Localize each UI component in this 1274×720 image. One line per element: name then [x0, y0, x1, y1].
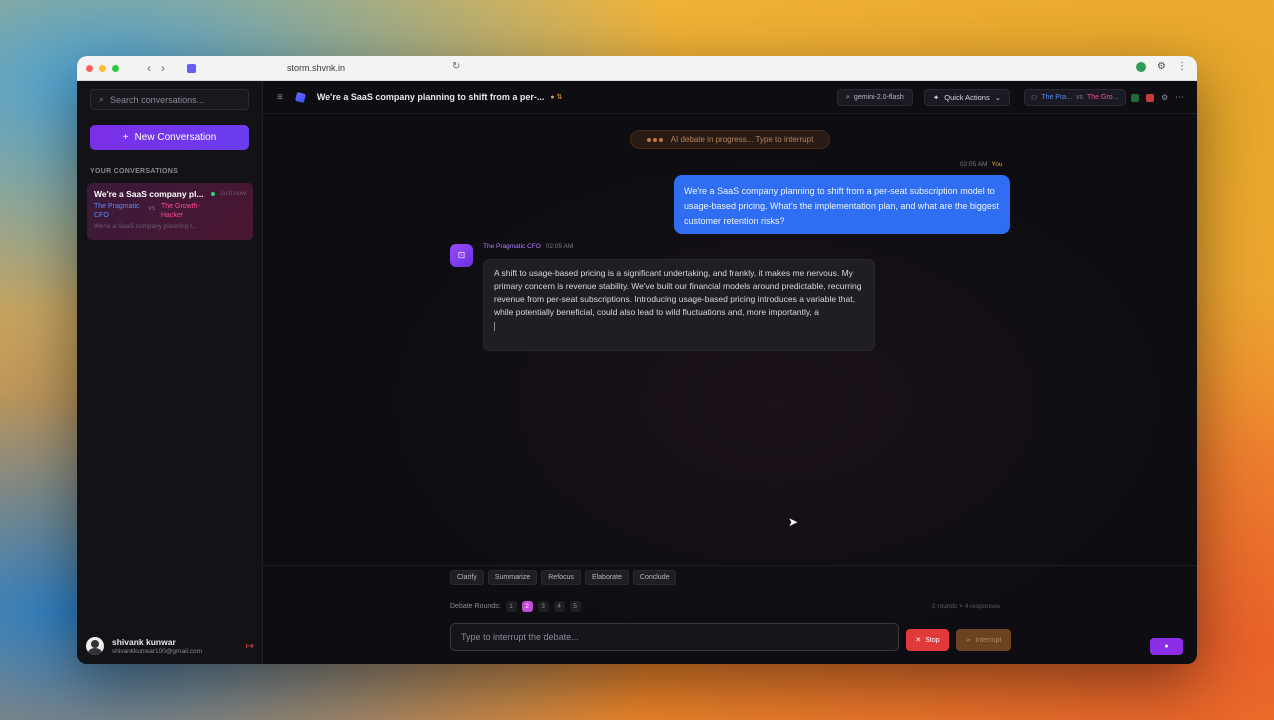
new-conversation-label: New Conversation	[134, 132, 217, 143]
app-logo-icon	[294, 91, 306, 103]
debate-status-text: AI debate in progress... Type to interru…	[670, 135, 814, 144]
composer	[450, 623, 899, 651]
model-name: gemini-2.0-flash	[853, 94, 904, 101]
page-title: We're a SaaS company planning to shift f…	[316, 92, 545, 102]
search-conversations[interactable]: ⌕ Search conversations...	[90, 89, 249, 110]
send-icon: ➢	[965, 637, 972, 644]
address-bar[interactable]: storm.shvnk.in	[287, 63, 345, 73]
agents-vs: vs	[148, 205, 155, 212]
agents-selector[interactable]: ⚇ The Pra... vs The Gro...	[1024, 89, 1126, 106]
back-arrow-icon[interactable]: ‹	[147, 61, 151, 75]
search-icon: ⌕	[99, 94, 105, 104]
status-badge: ● ⇅	[550, 94, 563, 101]
bot-message-meta: The Pragmatic CFO 02:05 AM	[483, 243, 574, 250]
streaming-cursor	[494, 322, 495, 331]
export-icon[interactable]	[1131, 93, 1139, 102]
agent-b-name: The Growth-Hacker	[161, 203, 200, 219]
conversation-item[interactable]: We're a SaaS company pl... Just now The …	[87, 183, 253, 240]
plus-icon: +	[122, 132, 129, 143]
maximize-window-button[interactable]	[112, 64, 119, 72]
stop-button[interactable]: ✕ Stop	[906, 629, 949, 651]
stop-square-icon[interactable]	[1146, 93, 1154, 102]
user-message-meta: 02:05 AM You	[960, 161, 1003, 168]
round-option-4[interactable]: 4	[553, 601, 565, 612]
agent-b-short: The Gro...	[1087, 94, 1119, 101]
agents-vs-short: vs	[1076, 94, 1084, 101]
rounds-info: 2 rounds × 4 responses	[932, 603, 1001, 610]
chevron-down-icon: ⌄	[994, 93, 1002, 102]
extension-icon[interactable]	[1136, 61, 1147, 72]
mouse-pointer-icon: ➤	[788, 515, 799, 529]
debate-rounds: Debate Rounds: 1 2 3 4 5	[450, 601, 581, 612]
logout-icon[interactable]: ↦	[246, 641, 254, 652]
gear-icon[interactable]: ⚙	[1161, 93, 1168, 102]
lightning-icon: ✦	[933, 93, 940, 102]
browser-nav: ‹ ›	[147, 61, 165, 75]
browser-chrome: ‹ › storm.shvnk.in ↻ ⚙ ⋮	[77, 56, 1197, 81]
sidebar: ⌕ Search conversations... + New Conversa…	[77, 81, 263, 664]
forward-arrow-icon[interactable]: ›	[161, 61, 165, 75]
search-input[interactable]: Search conversations...	[110, 95, 204, 105]
quick-reply-row: Clarify Summarize Refocus Elaborate Conc…	[450, 570, 677, 585]
quick-reply-conclude[interactable]: Conclude	[632, 570, 677, 585]
header-actions: ⚙ ⋯	[1131, 92, 1184, 103]
model-selector[interactable]: ⌕ gemini-2.0-flash	[837, 89, 913, 106]
search-icon: ⌕	[846, 93, 850, 101]
puzzle-extensions-icon[interactable]: ⚙	[1157, 61, 1166, 72]
round-option-5[interactable]: 5	[569, 601, 581, 612]
round-option-3[interactable]: 3	[537, 601, 549, 612]
new-conversation-button[interactable]: + New Conversation	[90, 125, 249, 150]
chat-main: ≡ We're a SaaS company planning to shift…	[263, 81, 1197, 664]
typing-dots-icon	[646, 135, 665, 144]
reload-icon[interactable]: ↻	[452, 61, 460, 72]
conversation-time: Just now	[220, 190, 246, 197]
chat-bubble-icon: ●	[1164, 643, 1169, 650]
user-profile: shivank kunwar shivankkunwar100@gmail.co…	[86, 637, 254, 655]
quick-reply-summarize[interactable]: Summarize	[487, 570, 538, 585]
round-option-1[interactable]: 1	[505, 601, 517, 612]
window-controls	[86, 64, 119, 72]
browser-toolbar-right: ⚙ ⋮	[1136, 61, 1187, 72]
browser-menu-icon[interactable]: ⋮	[1177, 61, 1187, 72]
conversation-agents: The Pragmatic CFO vs The Growth-Hacker	[94, 202, 246, 220]
bot-message: A shift to usage-based pricing is a sign…	[483, 259, 875, 351]
avatar[interactable]	[86, 637, 104, 655]
composer-divider	[263, 565, 1197, 566]
interrupt-input[interactable]	[461, 632, 898, 642]
quick-actions-label: Quick Actions	[944, 93, 990, 102]
more-options-icon[interactable]: ⋯	[1175, 92, 1184, 103]
site-favicon-icon	[187, 63, 196, 73]
user-name: shivank kunwar	[112, 637, 176, 647]
close-window-button[interactable]	[86, 64, 93, 72]
quick-reply-refocus[interactable]: Refocus	[541, 570, 581, 585]
app-root: ⌕ Search conversations... + New Conversa…	[77, 81, 1197, 664]
conversations-section-label: YOUR CONVERSATIONS	[90, 168, 179, 175]
close-icon: ✕	[915, 637, 922, 644]
active-dot-icon	[210, 192, 215, 196]
quick-actions-dropdown[interactable]: ✦ Quick Actions ⌄	[924, 89, 1011, 106]
bot-avatar-icon: ⊡	[450, 244, 473, 267]
minimize-window-button[interactable]	[99, 64, 106, 72]
chat-bubble-button[interactable]: ●	[1150, 638, 1183, 655]
interrupt-button[interactable]: ➢ Interrupt	[956, 629, 1011, 651]
bot-message-text: A shift to usage-based pricing is a sign…	[494, 268, 862, 317]
debate-status-banner: AI debate in progress... Type to interru…	[630, 130, 830, 149]
agent-a-name: The Pragmatic CFO	[94, 203, 140, 219]
conversation-preview: We're a SaaS company planning t...	[94, 223, 198, 230]
debate-rounds-label: Debate Rounds:	[450, 603, 501, 610]
round-option-2[interactable]: 2	[521, 601, 533, 612]
quick-reply-elaborate[interactable]: Elaborate	[584, 570, 629, 585]
user-email: shivankkunwar100@gmail.com	[112, 648, 203, 655]
quick-reply-clarify[interactable]: Clarify	[450, 570, 484, 585]
browser-window: ‹ › storm.shvnk.in ↻ ⚙ ⋮ ⌕ Search conver…	[77, 56, 1197, 664]
agent-a-short: The Pra...	[1041, 94, 1073, 101]
chat-header: ≡ We're a SaaS company planning to shift…	[263, 81, 1197, 114]
hamburger-menu-icon[interactable]: ≡	[277, 92, 283, 103]
users-icon: ⚇	[1031, 94, 1038, 102]
user-message: We're a SaaS company planning to shift f…	[674, 175, 1010, 234]
